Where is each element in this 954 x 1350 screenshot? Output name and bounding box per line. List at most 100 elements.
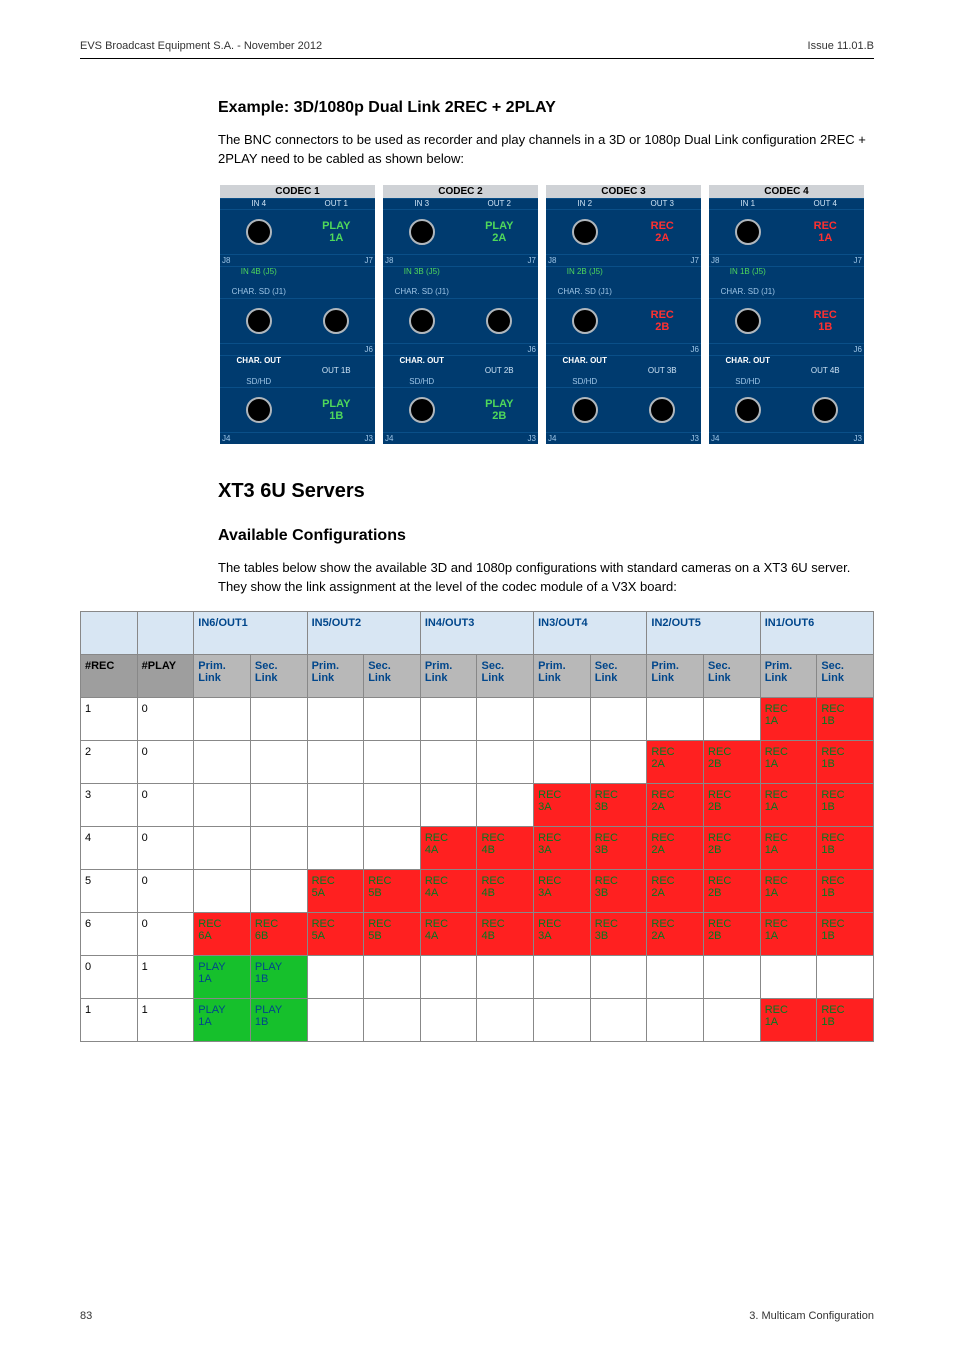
link-cell: REC5B <box>364 869 421 912</box>
column-header: Sec. Link <box>364 654 421 697</box>
link-cell <box>194 826 251 869</box>
bnc-icon <box>649 397 675 423</box>
char-out-label: CHAR. OUTSD/HD <box>709 356 787 387</box>
play-count: 1 <box>137 955 194 998</box>
xt3-subtitle: Available Configurations <box>218 527 874 545</box>
bnc-icon <box>735 308 761 334</box>
link-cell <box>364 998 421 1041</box>
codec-title: CODEC 4 <box>709 185 864 198</box>
char-out-label: CHAR. OUTSD/HD <box>383 356 461 387</box>
play-count: 0 <box>137 783 194 826</box>
j8-label: J8 <box>220 255 298 266</box>
out-b-label: OUT 3B <box>624 356 702 387</box>
in-b-label: IN 1B (J5)CHAR. SD (J1) <box>709 267 787 298</box>
rec-count: 6 <box>81 912 138 955</box>
page-number: 83 <box>80 1310 92 1322</box>
j3-label: J3 <box>787 433 865 444</box>
link-cell: REC1B <box>817 998 874 1041</box>
j6-label: J6 <box>624 344 702 355</box>
link-cell: REC2B <box>704 740 761 783</box>
bnc-icon <box>246 219 272 245</box>
column-header: Sec. Link <box>477 654 534 697</box>
bnc-port <box>546 210 624 254</box>
in-label: IN 1 <box>709 199 787 210</box>
bnc-port <box>220 388 298 432</box>
link-cell <box>364 826 421 869</box>
bnc-port <box>709 210 787 254</box>
link-cell: REC4A <box>420 826 477 869</box>
link-cell: REC4B <box>477 912 534 955</box>
out-label: OUT 2 <box>461 199 539 210</box>
codec-module: CODEC 3IN 2OUT 3REC2AJ8J7IN 2B (J5)CHAR.… <box>544 183 703 446</box>
column-header: Prim. Link <box>534 654 591 697</box>
link-cell <box>534 955 591 998</box>
link-cell <box>364 783 421 826</box>
bnc-port <box>383 299 461 343</box>
link-cell <box>194 740 251 783</box>
link-cell: REC2B <box>704 869 761 912</box>
j3-label: J3 <box>298 433 376 444</box>
in-label: IN 2 <box>546 199 624 210</box>
link-cell <box>477 955 534 998</box>
play-count: 0 <box>137 869 194 912</box>
link-cell <box>250 869 307 912</box>
link-cell: REC1A <box>760 998 817 1041</box>
channel-label <box>624 388 702 432</box>
channel-label: REC2A <box>624 210 702 254</box>
bnc-icon <box>572 397 598 423</box>
codec-title: CODEC 1 <box>220 185 375 198</box>
link-cell <box>534 998 591 1041</box>
bnc-icon <box>409 397 435 423</box>
link-cell <box>420 740 477 783</box>
rec-count: 5 <box>81 869 138 912</box>
link-cell: PLAY1B <box>250 955 307 998</box>
link-cell <box>364 697 421 740</box>
bnc-icon <box>572 308 598 334</box>
link-cell: PLAY1A <box>194 998 251 1041</box>
j8-label: J8 <box>546 255 624 266</box>
link-cell <box>477 783 534 826</box>
bnc-port <box>709 299 787 343</box>
link-cell: REC3A <box>534 869 591 912</box>
link-cell <box>420 998 477 1041</box>
j8-label: J8 <box>383 255 461 266</box>
link-cell <box>534 740 591 783</box>
link-cell: REC5A <box>307 912 364 955</box>
column-header: Prim. Link <box>194 654 251 697</box>
link-cell <box>420 697 477 740</box>
link-cell: REC1B <box>817 912 874 955</box>
link-cell <box>704 955 761 998</box>
link-cell: REC4A <box>420 869 477 912</box>
example-title: Example: 3D/1080p Dual Link 2REC + 2PLAY <box>218 99 874 117</box>
link-cell <box>590 740 647 783</box>
link-cell <box>307 740 364 783</box>
header-right: Issue 11.01.B <box>808 40 874 52</box>
link-cell: REC1B <box>817 740 874 783</box>
header-left: EVS Broadcast Equipment S.A. - November … <box>80 40 322 52</box>
channel-label: PLAY1B <box>298 388 376 432</box>
link-cell: REC1A <box>760 826 817 869</box>
column-header: Prim. Link <box>647 654 704 697</box>
column-header: #PLAY <box>137 654 194 697</box>
j6-label: J6 <box>787 344 865 355</box>
link-cell <box>477 740 534 783</box>
link-cell <box>307 955 364 998</box>
link-cell: REC2A <box>647 740 704 783</box>
link-cell <box>590 955 647 998</box>
channel-label: PLAY2B <box>461 388 539 432</box>
link-cell <box>477 697 534 740</box>
page-footer: 83 3. Multicam Configuration <box>80 1310 874 1322</box>
j6-label: J6 <box>461 344 539 355</box>
codec-module: CODEC 2IN 3OUT 2PLAY2AJ8J7IN 3B (J5)CHAR… <box>381 183 540 446</box>
j3-label: J3 <box>461 433 539 444</box>
link-cell: REC3A <box>534 783 591 826</box>
in-b-label: IN 4B (J5)CHAR. SD (J1) <box>220 267 298 298</box>
link-cell: REC3B <box>590 783 647 826</box>
rec-count: 4 <box>81 826 138 869</box>
group-header: IN6/OUT1 <box>194 611 307 654</box>
codec-title: CODEC 3 <box>546 185 701 198</box>
j8-label: J8 <box>709 255 787 266</box>
link-cell <box>250 740 307 783</box>
channel-label: REC1A <box>787 210 865 254</box>
channel-label <box>298 299 376 343</box>
